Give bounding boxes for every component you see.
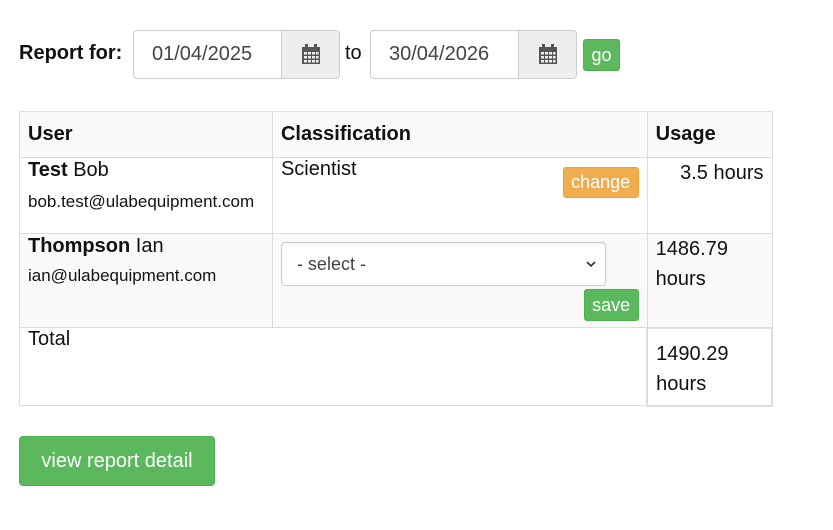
select-value: - select - xyxy=(296,253,366,274)
classification-cell: - select - save xyxy=(271,233,648,328)
classification-cell: Scientist change xyxy=(271,157,648,234)
user-forename: Bob xyxy=(73,159,109,181)
from-date-calendar-button[interactable] xyxy=(281,31,339,78)
user-forename: Ian xyxy=(135,235,164,257)
user-surname: Thompson xyxy=(28,235,131,257)
calendar-icon xyxy=(538,44,557,64)
user-email: ian@ulabequipment.com xyxy=(28,266,217,285)
user-cell: Thompson Ian ian@ulabequipment.com xyxy=(19,233,273,328)
from-date-input[interactable] xyxy=(134,31,281,78)
usage-cell: 3.5 hours xyxy=(646,157,773,234)
table-row: Test Bob bob.test@ulabequipment.com Scie… xyxy=(19,157,773,234)
table-row: Thompson Ian ian@ulabequipment.com - sel… xyxy=(19,233,773,328)
header-usage: Usage xyxy=(646,111,773,158)
total-usage: 1490.29 hours xyxy=(646,326,773,407)
report-for-label: Report for: xyxy=(19,42,123,64)
chevron-down-icon xyxy=(586,261,596,268)
from-date-group xyxy=(133,30,340,79)
classification-value: Scientist xyxy=(280,158,357,180)
to-date-input[interactable] xyxy=(371,31,518,78)
user-surname: Test xyxy=(28,159,68,181)
change-button[interactable]: change xyxy=(562,167,639,198)
save-button[interactable]: save xyxy=(583,289,639,321)
to-label: to xyxy=(345,42,362,64)
view-report-detail-button[interactable]: view report detail xyxy=(19,436,215,486)
total-row: Total 1490.29 hours xyxy=(19,326,773,407)
to-date-calendar-button[interactable] xyxy=(518,31,576,78)
total-label: Total xyxy=(19,327,648,406)
calendar-icon xyxy=(301,44,320,64)
header-classification: Classification xyxy=(271,111,648,158)
go-button[interactable]: go xyxy=(583,39,620,71)
classification-select[interactable]: - select - xyxy=(280,242,606,286)
user-cell: Test Bob bob.test@ulabequipment.com xyxy=(19,157,273,234)
usage-report-table: User Classification Usage Test Bob bob.t… xyxy=(19,111,773,407)
user-email: bob.test@ulabequipment.com xyxy=(28,192,255,211)
to-date-group xyxy=(370,30,577,79)
usage-cell: 1486.79 hours xyxy=(646,233,773,328)
header-user: User xyxy=(19,111,273,158)
